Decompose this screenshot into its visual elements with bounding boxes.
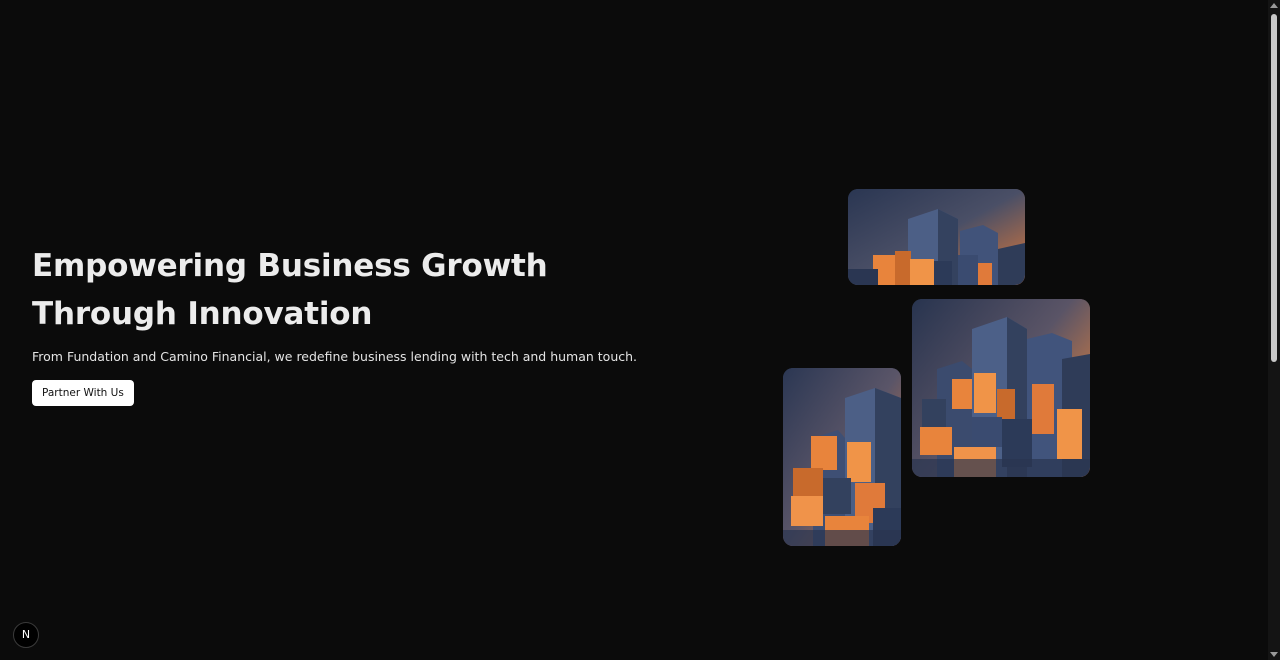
hero-subtitle: From Fundation and Camino Financial, we … [32,349,638,364]
scroll-thumb[interactable] [1271,14,1277,362]
scroll-up-arrow-icon[interactable] [1270,3,1278,8]
partner-with-us-button[interactable]: Partner With Us [32,380,134,406]
hero-section: Empowering Business Growth Through Innov… [32,242,672,406]
scroll-down-arrow-icon[interactable] [1270,652,1278,657]
abstract-cubes-tall-image [783,368,901,546]
landing-page: Empowering Business Growth Through Innov… [0,0,1280,660]
next-dev-badge-icon[interactable]: N [13,622,39,648]
abstract-cubes-wide-image [848,189,1025,285]
abstract-cubes-square-image [912,299,1090,477]
hero-title: Empowering Business Growth Through Innov… [32,248,548,332]
vertical-scrollbar[interactable] [1268,0,1280,660]
